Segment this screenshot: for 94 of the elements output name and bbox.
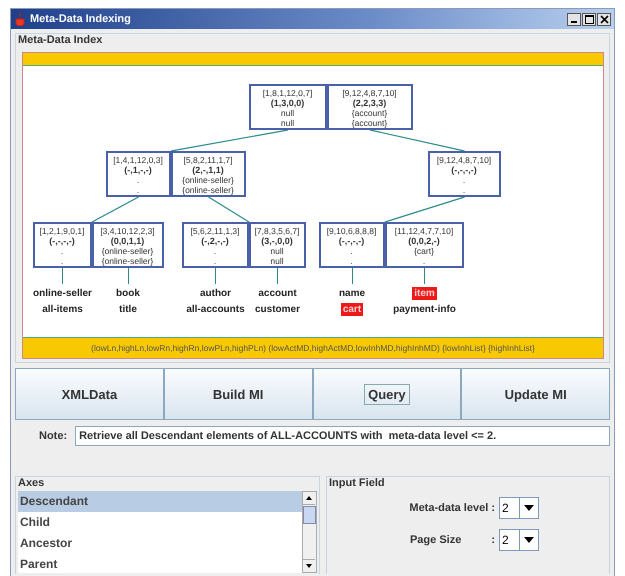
- list-text: {account}: [352, 118, 388, 128]
- toolbar-button[interactable]: XMLData: [15, 368, 164, 420]
- caret-icon: [524, 537, 534, 543]
- list-text: .: [136, 185, 140, 195]
- list-text: .: [422, 256, 426, 266]
- close-button[interactable]: [597, 12, 611, 26]
- list-text: null: [270, 256, 284, 266]
- scroll-thumb[interactable]: [303, 506, 316, 524]
- stem-line: [424, 268, 425, 284]
- list-text: {online-seller}: [102, 246, 154, 256]
- stem-line: [277, 268, 278, 284]
- metadata-text: (3,-,0,0): [261, 236, 293, 246]
- legend-text: (lowLn,highLn,lowRn,highRn,lowPLn,highPLn) (lowActMD,highActMD,lowInhMD,highInhMD) {lowInhList} {highInhList}: [91, 343, 535, 353]
- list-text: {online-seller}: [182, 175, 234, 185]
- axes-list[interactable]: Descendant Child Ancestor Parent: [18, 491, 317, 573]
- maximize-icon: [584, 14, 594, 24]
- element-label: payment-info: [392, 303, 457, 317]
- edge-line: [208, 196, 250, 223]
- panel-title: Input Field: [329, 477, 387, 489]
- axis-item[interactable]: Parent: [18, 554, 302, 573]
- metadata-text: (-,-,-,-): [49, 236, 75, 246]
- level-dropdown[interactable]: 2: [499, 529, 539, 551]
- metadata-text: (-,-,-,-): [338, 236, 364, 246]
- range-text: [9,12,4,8,7,10]: [342, 88, 397, 98]
- element-label: author: [198, 287, 232, 301]
- range-text: [3,4,10,12,2,3]: [100, 226, 155, 236]
- element-label: all-items: [41, 303, 84, 317]
- panel-title: Axes: [18, 477, 46, 489]
- scroll-bar[interactable]: [302, 491, 317, 573]
- range-text: [7,8,3,5,6,7]: [254, 226, 300, 236]
- list-text: null: [280, 118, 294, 128]
- list-text: {account}: [352, 108, 388, 118]
- maximize-button[interactable]: [582, 12, 596, 26]
- metadata-text: (2,-,1,1): [192, 165, 224, 175]
- metadata-text: (0,0,2,-): [408, 236, 440, 246]
- element-label: online-seller: [32, 287, 93, 301]
- toolbar-button[interactable]: Query: [312, 368, 462, 420]
- window-title: Meta-Data Indexing: [30, 13, 131, 25]
- list-text: .: [462, 185, 466, 195]
- toolbar-button[interactable]: Update MI: [461, 368, 610, 420]
- list-text: .: [214, 256, 216, 266]
- axis-item[interactable]: Descendant: [18, 491, 302, 512]
- list-text: {cart}: [414, 246, 434, 256]
- level-dropdown[interactable]: 2: [499, 497, 539, 519]
- metadata-text: (-,2,-,-): [201, 236, 229, 246]
- range-text: [5,8,2,11,1,7]: [184, 155, 232, 165]
- cup-icon: [14, 12, 26, 26]
- element-label: title: [118, 303, 138, 317]
- list-text: null: [280, 108, 294, 118]
- metadata-text: (2,2,3,3): [352, 98, 386, 108]
- range-text: [5,6,2,11,1,3]: [190, 226, 240, 236]
- metadata-text: (0,0,1,1): [110, 236, 144, 246]
- element-label: name: [338, 287, 366, 301]
- range-text: [1,4,1,12,0,3]: [113, 155, 163, 165]
- stem-line: [215, 268, 216, 284]
- list-text: .: [350, 256, 353, 266]
- list-text: .: [350, 246, 353, 256]
- element-label: all-accounts: [185, 303, 246, 317]
- field-label: Meta-data level :: [409, 502, 495, 514]
- list-text: .: [60, 246, 64, 256]
- edge-line: [92, 196, 139, 223]
- list-text: {online-seller}: [102, 256, 154, 266]
- range-text: [1,8,1,12,0,7]: [262, 88, 312, 98]
- panel-title: Meta-Data Index: [18, 34, 104, 46]
- metadata-text: (-,-,-,-): [451, 165, 477, 175]
- caret-icon: [524, 505, 534, 511]
- close-icon: [600, 14, 608, 24]
- metadata-text: (1,3,0,0): [270, 98, 304, 108]
- range-text: [11,12,4,7,7,10]: [394, 226, 454, 236]
- element-label: item: [412, 287, 437, 300]
- element-label: cart: [340, 303, 364, 316]
- list-text: .: [462, 175, 466, 185]
- minimize-button[interactable]: [567, 12, 581, 26]
- axis-item[interactable]: Child: [18, 512, 302, 533]
- list-text: .: [60, 256, 64, 266]
- element-label: customer: [254, 303, 301, 317]
- list-text: .: [136, 175, 140, 185]
- axis-item[interactable]: Ancestor: [18, 533, 302, 554]
- element-label: book: [115, 287, 141, 301]
- colon-text: :: [491, 534, 495, 546]
- minimize-icon: [571, 20, 577, 22]
- list-text: .: [214, 246, 216, 256]
- toolbar-button[interactable]: Build MI: [164, 368, 312, 420]
- range-text: [9,12,4,8,7,10]: [436, 155, 492, 165]
- stem-line: [62, 268, 63, 284]
- note-label: Note:: [39, 430, 68, 442]
- note-field[interactable]: Retrieve all Descendant elements of ALL-ACCOUNTS with meta-data level <= 2.: [75, 426, 610, 446]
- range-text: [9,10,6,8,8,8]: [326, 226, 376, 236]
- element-label: account: [257, 287, 298, 301]
- metadata-text: (-,1,-,-): [124, 165, 152, 175]
- range-text: [1,2,1,9,0,1]: [40, 226, 84, 236]
- list-text: {online-seller}: [182, 185, 234, 195]
- list-text: null: [270, 246, 284, 256]
- field-label: Page Size: [410, 534, 462, 546]
